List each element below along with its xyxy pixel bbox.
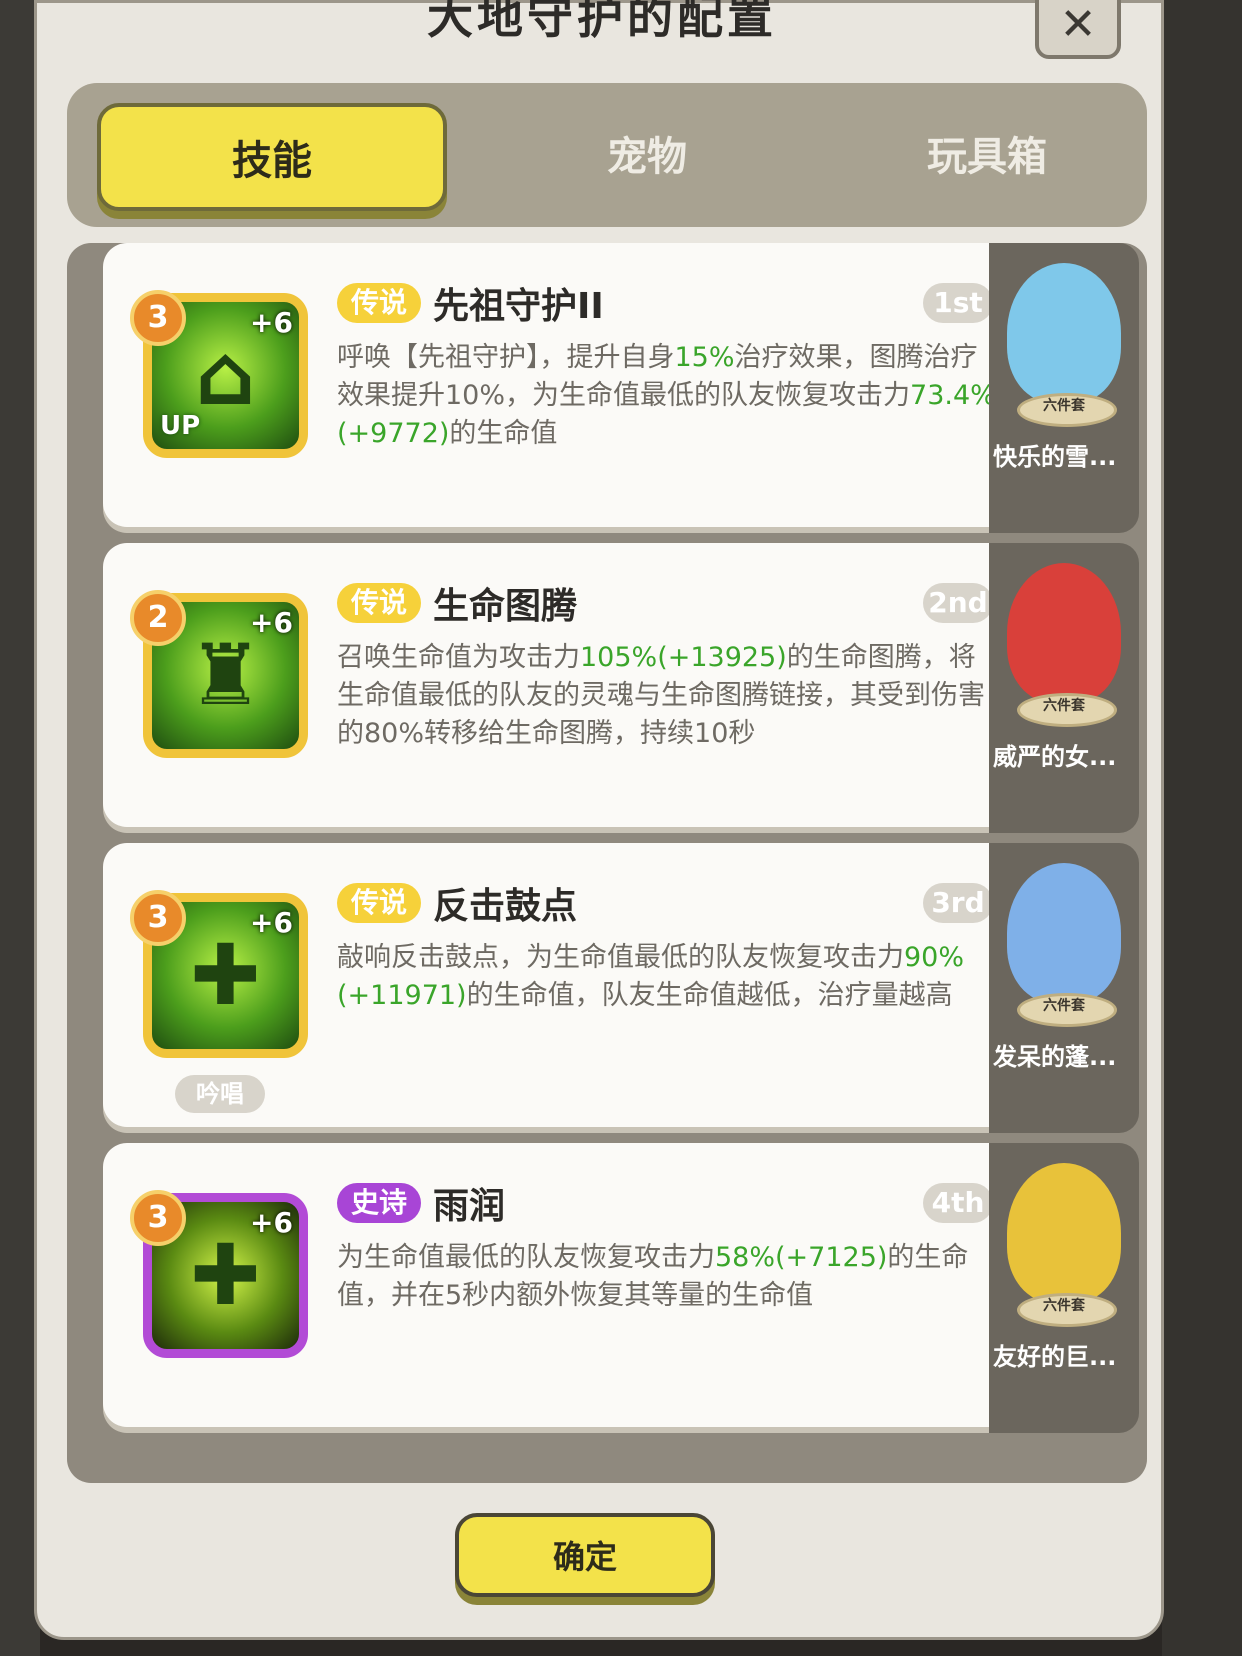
pet-avatar	[1007, 863, 1121, 1003]
pet-set-label: 六件套	[1043, 398, 1085, 414]
skill-card-4[interactable]: ✚ 3 +6 史诗 雨润 4th 为生命值最低的队友恢复攻击力58%(+7125…	[103, 1143, 1023, 1427]
skill-description: 为生命值最低的队友恢复攻击力58%(+7125)的生命值，并在5秒内额外恢复其等…	[337, 1242, 969, 1311]
pet-name: 威严的女...	[993, 743, 1117, 771]
close-icon: ✕	[1059, 0, 1097, 50]
enhance-level: +6	[250, 1206, 293, 1239]
tab-pets[interactable]: 宠物	[497, 103, 797, 211]
dialog-title: 大地守护的配置	[427, 0, 777, 44]
pet-slot-1[interactable]: 六件套 快乐的雪...	[989, 243, 1139, 533]
rarity-badge: 传说	[337, 883, 422, 923]
skill-description: 敲响反击鼓点，为生命值最低的队友恢复攻击力90%(+11971)的生命值，队友生…	[337, 942, 965, 1011]
pet-name: 发呆的蓬...	[993, 1043, 1117, 1071]
pet-slot-4[interactable]: 六件套 友好的巨...	[989, 1143, 1139, 1433]
pet-set-label: 六件套	[1043, 998, 1085, 1014]
skill-icon-counter-drum: ✚ 3 +6	[130, 890, 308, 1058]
rarity-badge: 史诗	[337, 1183, 422, 1223]
pet-avatar	[1007, 263, 1121, 403]
rarity-badge: 传说	[337, 583, 422, 623]
confirm-button[interactable]: 确定	[455, 1513, 715, 1597]
skill-card-1[interactable]: ⌂ 3 +6 UP 传说 先祖守护II 1st 呼唤【先祖守护】，提升自身15%…	[103, 243, 1023, 527]
level-badge: 3	[130, 1190, 186, 1246]
skill-description: 呼唤【先祖守护】，提升自身15%治疗效果，图腾治疗效果提升10%，为生命值最低的…	[337, 342, 996, 449]
skill-icon-ancestor-guard: ⌂ 3 +6 UP	[130, 290, 308, 458]
rank-tag: 4th	[923, 1183, 993, 1223]
pet-slot-3[interactable]: 六件套 发呆的蓬...	[989, 843, 1139, 1133]
level-badge: 2	[130, 590, 186, 646]
skill-description: 召唤生命值为攻击力105%(+13925)的生命图腾，将生命值最低的队友的灵魂与…	[337, 642, 985, 749]
close-button[interactable]: ✕	[1035, 0, 1121, 59]
rank-tag: 3rd	[923, 883, 993, 923]
tab-skills[interactable]: 技能	[97, 103, 447, 211]
enhance-level: +6	[250, 306, 293, 339]
skill-name: 生命图腾	[433, 586, 578, 627]
pet-set-label: 六件套	[1043, 1298, 1085, 1314]
pet-name: 快乐的雪...	[993, 443, 1117, 471]
tab-bar: 技能 宠物 玩具箱	[67, 83, 1147, 227]
pet-set-label: 六件套	[1043, 698, 1085, 714]
skill-icon-life-totem: ♜ 2 +6	[130, 590, 308, 758]
tab-toybox[interactable]: 玩具箱	[837, 103, 1137, 211]
rarity-badge: 传说	[337, 283, 422, 323]
level-badge: 3	[130, 290, 186, 346]
level-badge: 3	[130, 890, 186, 946]
skill-list: ⌂ 3 +6 UP 传说 先祖守护II 1st 呼唤【先祖守护】，提升自身15%…	[67, 243, 1147, 1483]
enhance-level: +6	[250, 606, 293, 639]
config-dialog: 大地守护的配置 ✕ 技能 宠物 玩具箱 ⌂ 3 +6 UP 传说 先祖守护II …	[34, 0, 1164, 1640]
rank-tag: 1st	[923, 283, 993, 323]
skill-name: 反击鼓点	[433, 886, 578, 927]
rank-tag: 2nd	[923, 583, 993, 623]
skill-name: 雨润	[433, 1186, 506, 1227]
pet-avatar	[1007, 563, 1121, 703]
skill-card-2[interactable]: ♜ 2 +6 传说 生命图腾 2nd 召唤生命值为攻击力105%(+13925)…	[103, 543, 1023, 827]
pet-avatar	[1007, 1163, 1121, 1303]
pet-slot-2[interactable]: 六件套 威严的女...	[989, 543, 1139, 833]
screen-bezel-right	[1162, 0, 1242, 1656]
pet-name: 友好的巨...	[993, 1343, 1117, 1371]
skill-icon-rain: ✚ 3 +6	[130, 1190, 308, 1358]
skill-name: 先祖守护II	[433, 286, 604, 327]
upgrade-tag: UP	[160, 411, 201, 441]
skill-card-3[interactable]: ✚ 3 +6 吟唱 传说 反击鼓点 3rd 敲响反击鼓点，为生命值最低的队友恢复…	[103, 843, 1023, 1127]
cast-tag: 吟唱	[175, 1075, 265, 1113]
enhance-level: +6	[250, 906, 293, 939]
